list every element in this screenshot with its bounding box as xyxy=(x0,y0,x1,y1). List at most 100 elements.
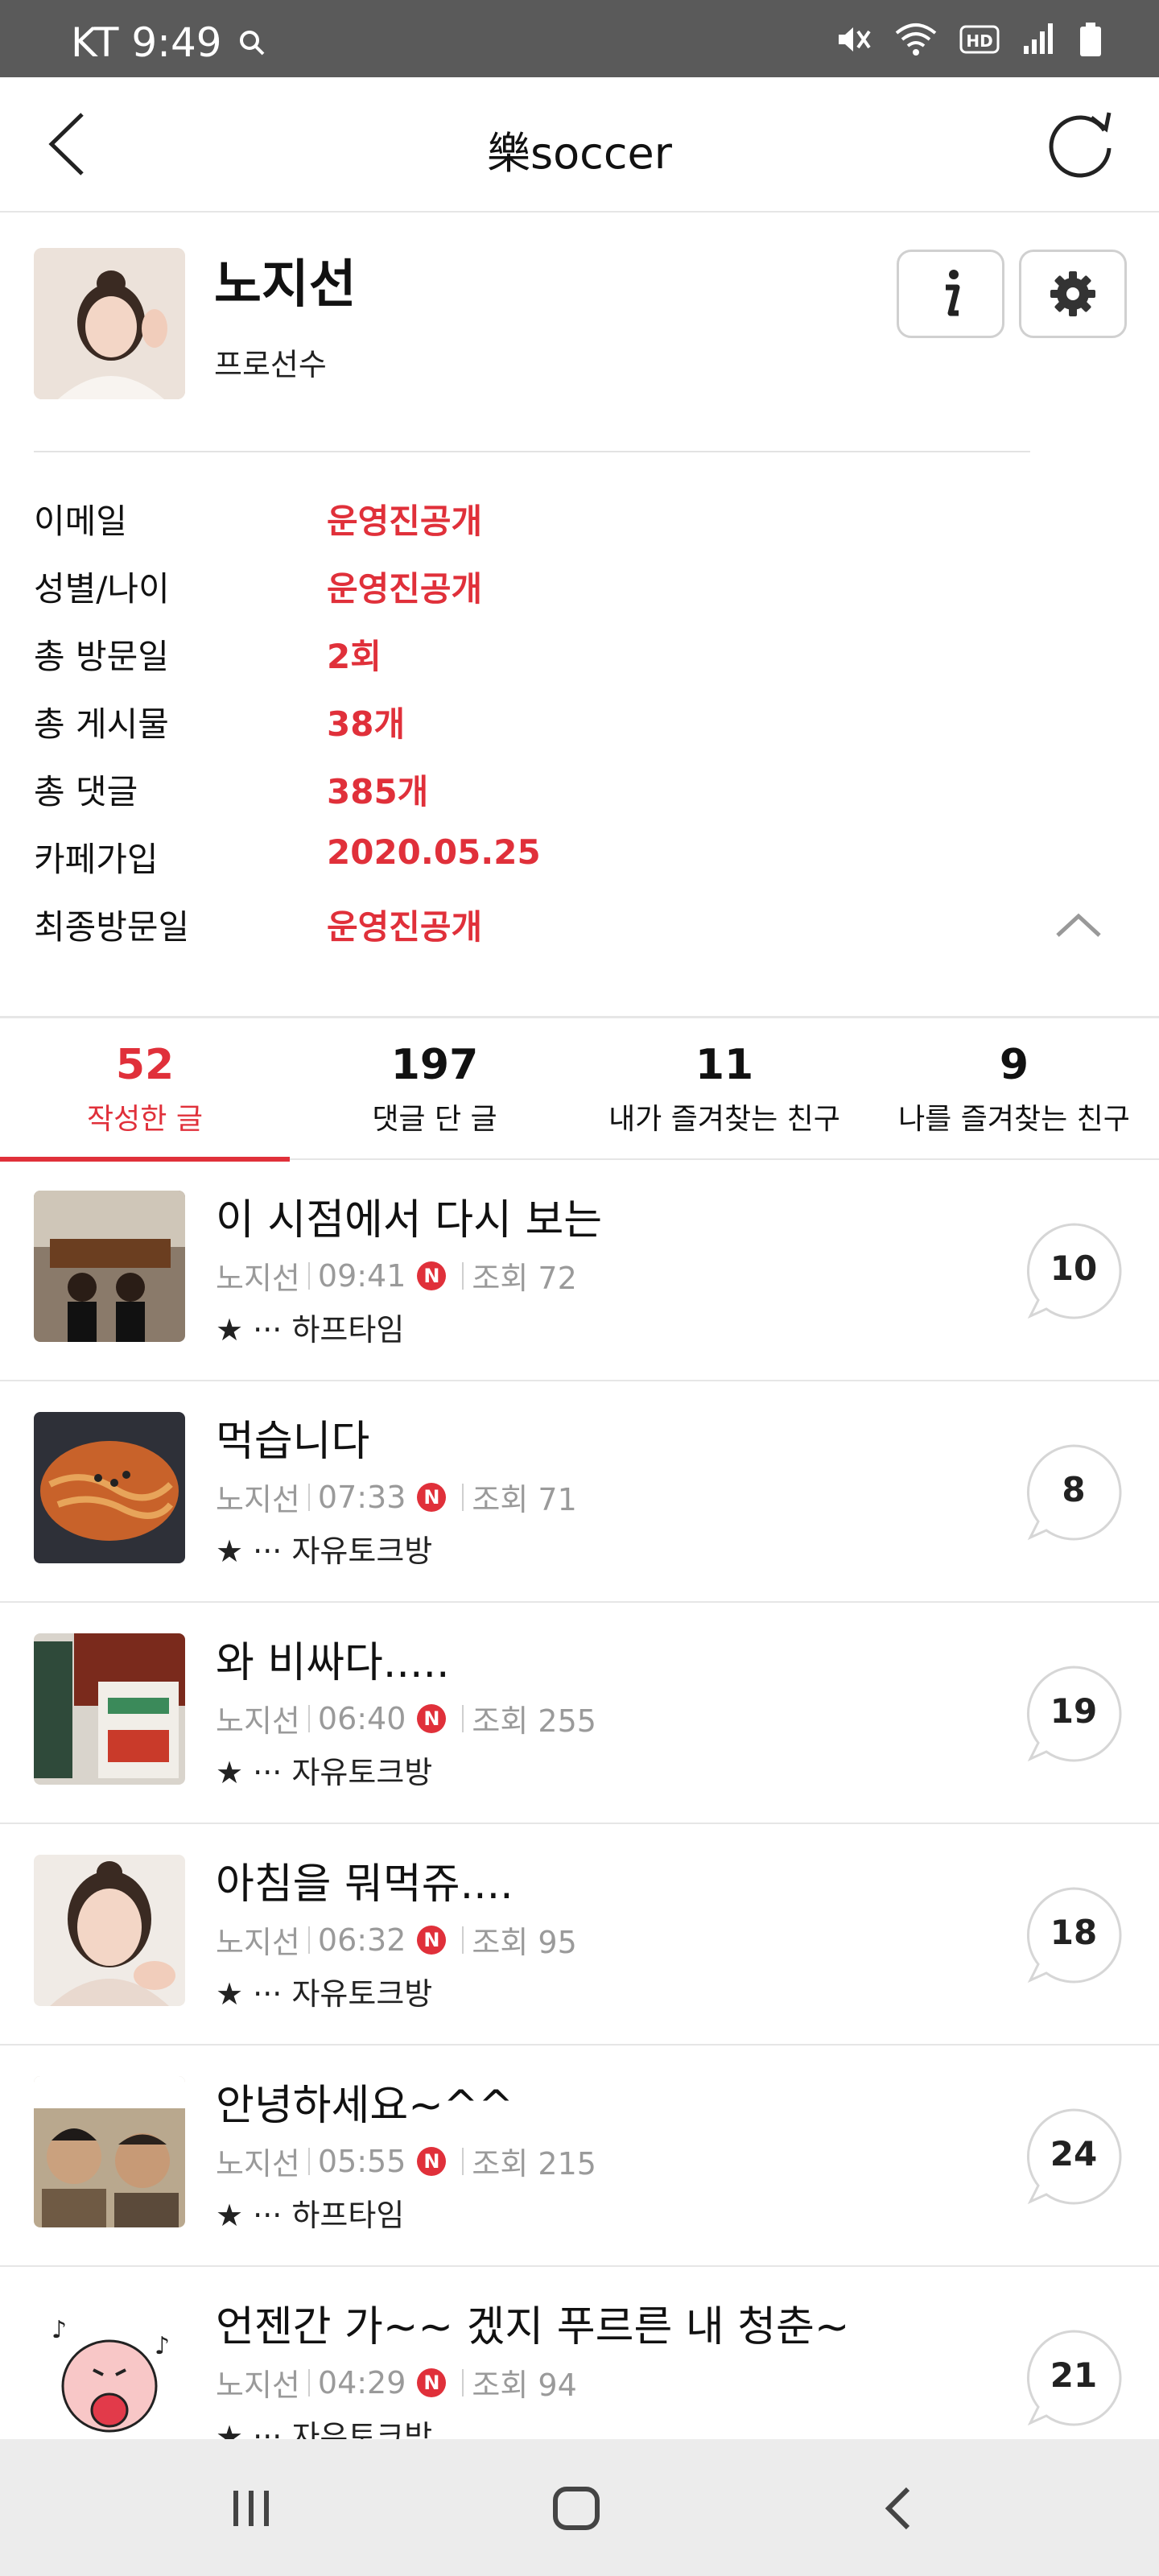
svg-text:♪: ♪ xyxy=(155,2332,170,2360)
post-time: 07:33 xyxy=(317,1479,406,1515)
post-board: ★ ··· 하프타임 xyxy=(216,2198,405,2233)
post-title: 와 비싸다..... xyxy=(216,1639,450,1687)
status-left: KT 9:49 xyxy=(71,19,266,66)
meta-divider xyxy=(307,1926,310,1954)
post-item[interactable]: 먹습니다 노지선 07:33 N 조회 71 ★ ··· 자유토크방 8 xyxy=(0,1381,1159,1603)
profile-role: 프로선수 xyxy=(214,347,327,382)
post-board: ★ ··· 하프타임 xyxy=(216,1312,405,1348)
info-row-email: 이메일 운영진공개 xyxy=(34,494,1080,551)
refresh-icon[interactable] xyxy=(1041,106,1119,184)
info-value: 운영진공개 xyxy=(327,569,483,609)
meta-divider xyxy=(462,2147,464,2175)
info-key: 성별/나이 xyxy=(34,569,170,609)
post-views: 조회 95 xyxy=(472,1925,577,1960)
post-title: 안녕하세요~^^ xyxy=(216,2082,514,2130)
mute-icon xyxy=(839,27,871,52)
tab-written-posts[interactable]: 52 작성한 글 xyxy=(0,1018,290,1162)
post-author: 노지선 xyxy=(216,1261,300,1296)
info-row-comments: 총 댓글 385개 xyxy=(34,765,1080,821)
post-item[interactable]: 와 비싸다..... 노지선 06:40 N 조회 255 ★ ··· 자유토크방 1… xyxy=(0,1603,1159,1824)
tab-label: 나를 즐겨찾는 친구 xyxy=(898,1103,1130,1136)
system-back-icon[interactable] xyxy=(879,2483,919,2534)
post-item[interactable]: 안녕하세요~^^ 노지선 05:55 N 조회 215 ★ ··· 하프타임 24 xyxy=(0,2046,1159,2267)
svg-text:HD: HD xyxy=(966,31,992,51)
settings-button[interactable] xyxy=(1019,250,1127,338)
info-value: 385개 xyxy=(327,772,429,811)
info-value: 2회 xyxy=(327,637,382,676)
system-nav-bar xyxy=(0,2439,1159,2576)
new-badge: N xyxy=(417,1261,447,1290)
hd-icon: HD xyxy=(959,25,1000,54)
recent-apps-icon[interactable] xyxy=(227,2484,275,2533)
post-thumbnail xyxy=(34,1191,185,1342)
meta-divider xyxy=(462,1926,464,1954)
signal-icon xyxy=(1024,23,1053,54)
post-time: 04:29 xyxy=(317,2364,406,2401)
comment-count: 18 xyxy=(1050,1913,1098,1952)
post-time: 09:41 xyxy=(317,1257,406,1294)
comment-count-bubble[interactable]: 24 xyxy=(1024,2107,1124,2207)
tab-my-favorite-friends[interactable]: 11 내가 즐겨찾는 친구 xyxy=(580,1018,869,1160)
tab-commented-posts[interactable]: 197 댓글 단 글 xyxy=(290,1018,580,1160)
activity-tabs: 52 작성한 글 197 댓글 단 글 11 내가 즐겨찾는 친구 9 나를 즐… xyxy=(0,1018,1159,1162)
tab-label: 내가 즐겨찾는 친구 xyxy=(608,1103,840,1136)
home-icon[interactable] xyxy=(551,2483,602,2534)
tab-count: 9 xyxy=(999,1041,1029,1089)
comment-count-bubble[interactable]: 10 xyxy=(1024,1221,1124,1321)
profile-avatar xyxy=(34,248,185,399)
comment-count-bubble[interactable]: 19 xyxy=(1024,1664,1124,1764)
info-value: 운영진공개 xyxy=(327,907,483,947)
post-title: 먹습니다 xyxy=(216,1418,370,1466)
app-header: 樂soccer xyxy=(0,77,1159,213)
comment-count: 19 xyxy=(1050,1691,1098,1731)
comment-count-bubble[interactable]: 18 xyxy=(1024,1885,1124,1985)
comment-count: 10 xyxy=(1050,1249,1098,1288)
info-row-joined: 카페가입 2020.05.25 xyxy=(34,832,1080,889)
post-board: ★ ··· 자유토크방 xyxy=(216,1976,433,2012)
tab-count: 197 xyxy=(390,1041,479,1089)
new-badge: N xyxy=(417,1925,447,1955)
comment-count: 8 xyxy=(1062,1470,1086,1509)
post-thumbnail xyxy=(34,1855,185,2006)
status-bar: KT 9:49 HD xyxy=(0,0,1159,77)
tab-count: 11 xyxy=(695,1041,754,1089)
info-button[interactable] xyxy=(897,250,1004,338)
post-meta: 노지선 09:41 N 조회 72 xyxy=(216,1253,577,1298)
comment-count-bubble[interactable]: 8 xyxy=(1024,1443,1124,1542)
post-author: 노지선 xyxy=(216,1703,300,1739)
post-views: 조회 72 xyxy=(472,1261,577,1296)
info-key: 이메일 xyxy=(34,502,127,541)
info-icon xyxy=(946,270,960,316)
post-views: 조회 94 xyxy=(472,2368,577,2403)
new-badge: N xyxy=(417,2146,447,2176)
meta-divider xyxy=(307,1483,310,1511)
post-thumbnail xyxy=(34,1412,185,1563)
tab-favorited-by-friends[interactable]: 9 나를 즐겨찾는 친구 xyxy=(869,1018,1159,1160)
post-meta: 노지선 06:32 N 조회 95 xyxy=(216,1918,577,1962)
info-row-gender-age: 성별/나이 운영진공개 xyxy=(34,562,1080,618)
info-key: 총 방문일 xyxy=(34,637,169,676)
post-meta: 노지선 04:29 N 조회 94 xyxy=(216,2360,577,2405)
post-item[interactable]: 아침을 뭐먹쥬.... 노지선 06:32 N 조회 95 ★ ··· 자유토크방 1… xyxy=(0,1824,1159,2046)
collapse-chevron-icon[interactable] xyxy=(1053,908,1104,940)
info-row-visits: 총 방문일 2회 xyxy=(34,630,1080,686)
post-thumbnail xyxy=(34,2076,185,2227)
post-views: 조회 215 xyxy=(472,2146,596,2182)
info-key: 총 게시물 xyxy=(34,704,169,744)
comment-count-bubble[interactable]: 21 xyxy=(1024,2328,1124,2428)
meta-divider xyxy=(307,1704,310,1732)
battery-icon xyxy=(1080,23,1101,56)
post-author: 노지선 xyxy=(216,2146,300,2182)
svg-text:♪: ♪ xyxy=(52,2316,67,2344)
new-badge: N xyxy=(417,1703,447,1733)
profile-divider xyxy=(34,451,1030,452)
gear-icon xyxy=(1050,271,1095,316)
post-author: 노지선 xyxy=(216,2368,300,2403)
info-value: 2020.05.25 xyxy=(327,832,541,872)
post-thumbnail xyxy=(34,1633,185,1785)
post-item[interactable]: 이 시점에서 다시 보는 노지선 09:41 N 조회 72 ★ ··· 하프타임 1… xyxy=(0,1160,1159,1381)
search-icon xyxy=(239,31,265,56)
post-title: 이 시점에서 다시 보는 xyxy=(216,1196,603,1245)
post-time: 05:55 xyxy=(317,2143,406,2179)
post-meta: 노지선 05:55 N 조회 215 xyxy=(216,2139,596,2183)
